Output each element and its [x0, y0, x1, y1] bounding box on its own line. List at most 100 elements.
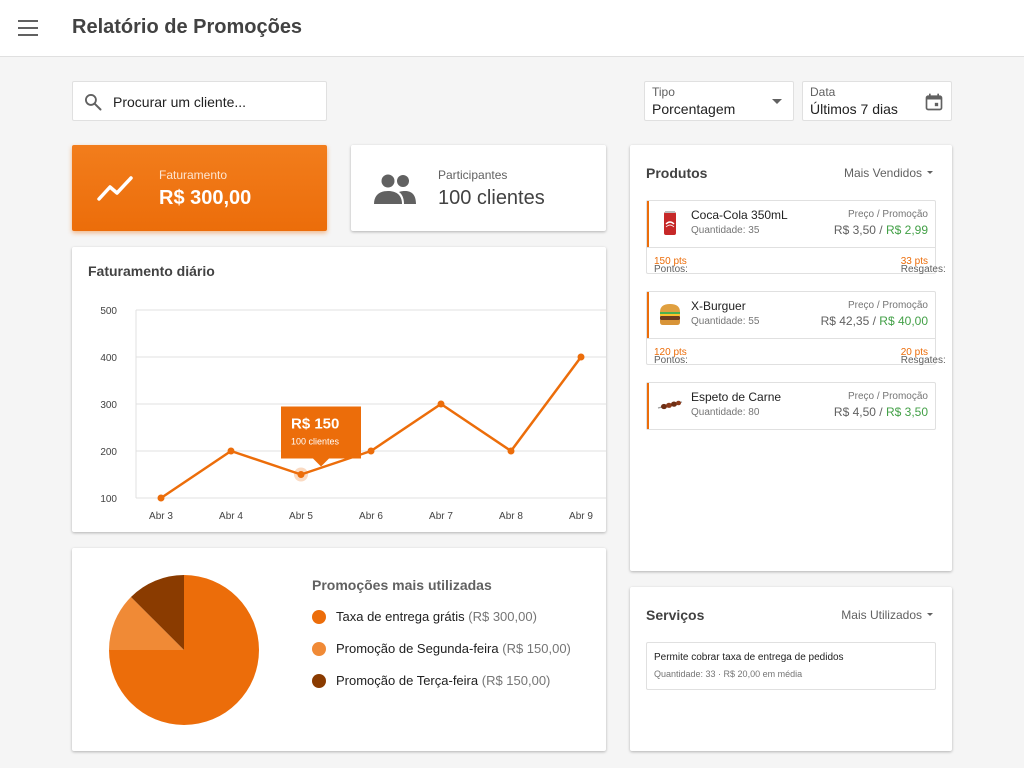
- points-label: Pontos:: [654, 264, 688, 275]
- legend-amount: (R$ 150,00): [502, 641, 571, 656]
- points-label: Pontos:: [654, 355, 688, 366]
- caret-down-icon: [927, 171, 933, 175]
- service-description: Permite cobrar taxa de entrega de pedido…: [654, 652, 844, 663]
- y-tick-label: 500: [100, 306, 117, 317]
- redeem-label: Resgates:: [900, 355, 946, 366]
- revenue-value: R$ 300,00: [159, 187, 252, 209]
- tooltip-value: R$ 150: [291, 416, 339, 433]
- participants-label: Participantes: [438, 168, 508, 182]
- data-point: [437, 400, 445, 408]
- price-separator: /: [875, 223, 886, 237]
- products-sort-label: Mais Vendidos: [843, 166, 922, 180]
- data-point: [297, 471, 305, 478]
- product-name: Coca-Cola 350mL: [691, 208, 788, 222]
- caret-down-icon: [927, 613, 933, 617]
- price-label: Preço / Promoção: [847, 300, 928, 311]
- chevron-down-icon: [772, 99, 782, 104]
- promotions-pie: [109, 575, 259, 725]
- services-sort-dropdown[interactable]: Mais Utilizados: [841, 608, 933, 622]
- x-tick-label: Abr 9: [569, 511, 593, 522]
- legend-item: Promoção de Segunda-feira (R$ 150,00): [312, 641, 571, 656]
- revenue-card[interactable]: Faturamento R$ 300,00: [72, 145, 327, 231]
- product-footer: Pontos: 120 pts Resgates: 20 pts: [647, 338, 946, 366]
- y-tick-label: 100: [100, 494, 117, 505]
- product-item[interactable]: X-Burguer Quantidade: 55 Preço / Promoçã…: [646, 291, 946, 366]
- price-value: R$ 3,50: [833, 223, 876, 237]
- price-label: Preço / Promoção: [847, 209, 928, 220]
- daily-revenue-card: Faturamento diário 100 200 300 400 500 Abr 3A…: [72, 247, 606, 532]
- products-sort-dropdown[interactable]: Mais Vendidos: [844, 166, 933, 180]
- participants-card[interactable]: Participantes 100 clientes: [351, 145, 606, 231]
- product-price: R$ 4,50 / R$ 3,50: [834, 405, 928, 419]
- promotions-card: Promoções mais utilizadas Taxa de entreg…: [72, 548, 606, 751]
- menu-icon[interactable]: [18, 20, 38, 36]
- legend-label: Taxa de entrega grátis: [336, 609, 465, 624]
- product-main: X-Burguer Quantidade: 55 Preço / Promoçã…: [647, 292, 935, 338]
- legend-item: Promoção de Terça-feira (R$ 150,00): [312, 673, 550, 688]
- x-tick-label: Abr 6: [359, 511, 383, 522]
- data-point: [367, 447, 375, 455]
- x-tick-label: Abr 8: [499, 511, 523, 522]
- services-card: Serviços Mais Utilizados Permite cobrar …: [630, 587, 952, 751]
- products-title: Produtos: [646, 165, 708, 181]
- daily-revenue-chart: 100 200 300 400 500 Abr 3 Abr 4 Abr 5 Abr 6 Abr 7…: [100, 306, 606, 522]
- product-name: Espeto de Carne: [691, 390, 782, 404]
- product-name: X-Burguer: [691, 299, 746, 313]
- service-meta: Quantidade: 33 · R$ 20,00 em média: [654, 669, 803, 679]
- search-input[interactable]: [113, 91, 313, 113]
- promotions-title: Promoções mais utilizadas: [312, 577, 492, 593]
- price-separator: /: [869, 314, 880, 328]
- x-tick-label: Abr 3: [149, 511, 173, 522]
- skewer-icon: [657, 400, 683, 410]
- redeem-info: Resgates: 33 pts: [901, 256, 946, 275]
- promo-price: R$ 3,50: [885, 405, 928, 419]
- points-info: Pontos: 120 pts: [654, 347, 688, 366]
- burger-icon: [660, 304, 680, 325]
- legend-dot: [312, 609, 326, 624]
- date-value: Últimos 7 dias: [810, 101, 898, 117]
- product-quantity: Quantidade: 80: [691, 407, 760, 418]
- legend-label: Promoção de Terça-feira: [336, 673, 479, 688]
- legend-item: Taxa de entrega grátis (R$ 300,00): [312, 609, 537, 624]
- data-point: [157, 494, 165, 502]
- products-card: Produtos Mais Vendidos Coca-Cola 350mL Q…: [630, 145, 952, 571]
- page-title: Relatório de Promoções: [72, 16, 303, 38]
- y-tick-label: 400: [100, 353, 117, 364]
- data-point: [577, 353, 585, 361]
- redeem-info: Resgates: 20 pts: [901, 347, 946, 366]
- points-info: Pontos: 150 pts: [654, 256, 688, 275]
- x-tick-label: Abr 4: [219, 511, 243, 522]
- promo-price: R$ 2,99: [885, 223, 928, 237]
- product-price: R$ 42,35 / R$ 40,00: [821, 314, 928, 328]
- services-sort-label: Mais Utilizados: [841, 608, 922, 622]
- app-bar: Relatório de Promoções: [0, 0, 1024, 57]
- x-tick-label: Abr 7: [429, 511, 453, 522]
- tipo-select[interactable]: Tipo Porcentagem: [644, 81, 794, 121]
- legend-amount: (R$ 150,00): [481, 673, 551, 688]
- calendar-icon[interactable]: [924, 92, 944, 112]
- tipo-value: Porcentagem: [652, 101, 736, 117]
- tipo-label: Tipo: [652, 85, 675, 99]
- product-item[interactable]: Espeto de Carne Quantidade: 80 Preço / P…: [646, 382, 936, 430]
- data-point: [507, 447, 515, 455]
- product-item[interactable]: Coca-Cola 350mL Quantidade: 35 Preço / P…: [646, 200, 946, 275]
- tooltip-sub: 100 clientes: [291, 437, 340, 447]
- price-label: Preço / Promoção: [847, 391, 928, 402]
- search-box[interactable]: [72, 81, 327, 121]
- revenue-label: Faturamento: [159, 168, 228, 182]
- legend-amount: (R$ 300,00): [468, 609, 537, 624]
- price-value: R$ 42,35: [820, 314, 870, 328]
- product-main: Espeto de Carne Quantidade: 80 Preço / P…: [647, 383, 935, 429]
- search-icon: [85, 94, 102, 111]
- data-point: [227, 447, 235, 455]
- legend-dot: [312, 673, 326, 688]
- product-price: R$ 3,50 / R$ 2,99: [834, 223, 928, 237]
- service-item[interactable]: Permite cobrar taxa de entrega de pedido…: [646, 642, 936, 690]
- price-value: R$ 4,50: [833, 405, 876, 419]
- product-quantity: Quantidade: 55: [691, 316, 760, 327]
- people-icon: [374, 174, 416, 204]
- date-select[interactable]: Data Últimos 7 dias: [802, 81, 952, 121]
- x-tick-label: Abr 5: [289, 511, 313, 522]
- legend-label: Promoção de Segunda-feira: [336, 641, 499, 656]
- soda-can-icon: [664, 211, 676, 235]
